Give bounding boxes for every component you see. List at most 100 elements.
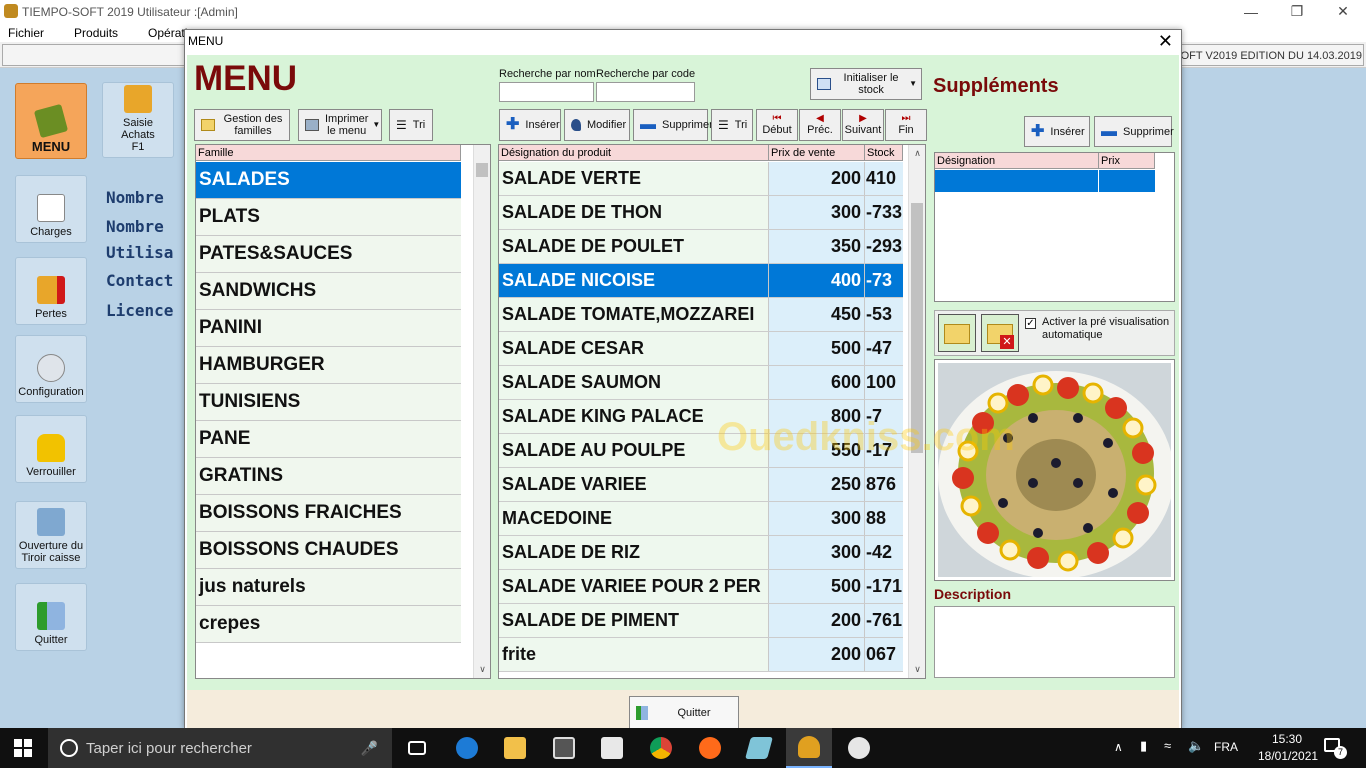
calculator-button[interactable]: [541, 728, 587, 768]
family-scroll-thumb[interactable]: [476, 163, 488, 177]
firefox-button[interactable]: [687, 728, 733, 768]
restore-button[interactable]: ❐: [1274, 0, 1320, 23]
description-field[interactable]: [934, 606, 1175, 678]
store-button[interactable]: [589, 728, 635, 768]
microphone-icon[interactable]: 🎤: [361, 740, 378, 757]
preview-checkbox[interactable]: ✓: [1025, 318, 1036, 329]
product-row[interactable]: SALADE KING PALACE 800 -7: [499, 400, 903, 434]
chevron-up-icon[interactable]: ∧: [909, 145, 925, 161]
product-row[interactable]: SALADE VARIEE 250 876: [499, 468, 903, 502]
family-scrollbar[interactable]: ∨: [473, 145, 490, 678]
initialiser-stock-button[interactable]: Initialiser le stock ▼: [810, 68, 922, 100]
product-row[interactable]: SALADE NICOISE 400 -73: [499, 264, 903, 298]
family-row[interactable]: BOISSONS FRAICHES: [196, 495, 461, 532]
chrome-button[interactable]: [638, 728, 684, 768]
product-row[interactable]: SALADE SAUMON 600 100: [499, 366, 903, 400]
supp-inserer-button[interactable]: ✚ Insérer: [1024, 116, 1090, 147]
nav-prec-button[interactable]: ◀ Préc.: [799, 109, 841, 141]
sidebar-pertes-button[interactable]: Pertes: [15, 257, 87, 325]
family-row[interactable]: GRATINS: [196, 458, 461, 495]
saisie-label-2: Achats: [121, 129, 155, 141]
search-nom-input[interactable]: [499, 82, 594, 102]
supprimer-button[interactable]: ▬ Supprimer: [633, 109, 713, 141]
sidebar-ouverture-button[interactable]: Ouverture du Tiroir caisse: [15, 501, 87, 569]
product-row[interactable]: SALADE AU POULPE 550 -17: [499, 434, 903, 468]
menu-fichier[interactable]: Fichier: [8, 26, 44, 40]
product-row[interactable]: SALADE VARIEE POUR 2 PER 500 -171: [499, 570, 903, 604]
family-row[interactable]: BOISSONS CHAUDES: [196, 532, 461, 569]
family-row[interactable]: PANE: [196, 421, 461, 458]
search-code-input[interactable]: [596, 82, 695, 102]
chevron-down-icon[interactable]: ∨: [909, 661, 925, 677]
document-icon: [37, 194, 65, 222]
start-button[interactable]: [0, 728, 46, 768]
close-window-button[interactable]: ✕: [1320, 0, 1366, 23]
product-grid: Désignation du produit Prix de vente Sto…: [498, 144, 926, 679]
suivant-label: Suivant: [844, 124, 882, 136]
product-row[interactable]: SALADE DE POULET 350 -293: [499, 230, 903, 264]
product-scroll-thumb[interactable]: [911, 203, 923, 453]
family-row[interactable]: HAMBURGER: [196, 347, 461, 384]
dialog-close-icon[interactable]: ✕: [1158, 31, 1173, 52]
wifi-icon[interactable]: ≈: [1164, 738, 1171, 753]
menu-produits[interactable]: Produits: [74, 26, 118, 40]
sidebar-quitter-button[interactable]: Quitter: [15, 583, 87, 651]
product-row[interactable]: SALADE DE RIZ 300 -42: [499, 536, 903, 570]
modifier-button[interactable]: Modifier: [564, 109, 630, 141]
sidebar-configuration-button[interactable]: Configuration: [15, 335, 87, 403]
supp-supprimer-button[interactable]: ▬ Supprimer: [1094, 116, 1174, 147]
sidebar-charges-button[interactable]: Charges: [15, 175, 87, 243]
nav-debut-button[interactable]: ⏮ Début: [756, 109, 798, 141]
edge-button[interactable]: [444, 728, 490, 768]
clock-time[interactable]: 15:30: [1262, 732, 1312, 746]
open-image-button[interactable]: [938, 314, 976, 352]
chevron-up-icon[interactable]: ∧: [1114, 740, 1123, 754]
nav-suivant-button[interactable]: ▶ Suivant: [842, 109, 884, 141]
volume-icon[interactable]: 🔈: [1188, 738, 1204, 754]
family-row[interactable]: SALADES: [196, 162, 461, 199]
language-indicator[interactable]: FRA: [1214, 740, 1238, 754]
family-row[interactable]: crepes: [196, 606, 461, 643]
family-row[interactable]: PLATS: [196, 199, 461, 236]
product-row[interactable]: SALADE DE PIMENT 200 -761: [499, 604, 903, 638]
notifications-button[interactable]: 7: [1322, 736, 1347, 759]
gestion-familles-button[interactable]: Gestion des familles: [194, 109, 290, 141]
taskbar-search[interactable]: Taper ici pour rechercher 🎤: [48, 728, 392, 768]
product-row[interactable]: SALADE CESAR 500 -47: [499, 332, 903, 366]
family-row[interactable]: jus naturels: [196, 569, 461, 606]
imprimer-menu-button[interactable]: Imprimer le menu ▼: [298, 109, 382, 141]
tri-products-button[interactable]: ☰ Tri: [711, 109, 753, 141]
explorer-button[interactable]: [492, 728, 538, 768]
nav-fin-button[interactable]: ⏭ Fin: [885, 109, 927, 141]
tiempo-soft-taskbar-button[interactable]: [786, 728, 832, 768]
quitter-button[interactable]: Quitter: [629, 696, 739, 730]
task-view-button[interactable]: [394, 728, 440, 768]
family-row[interactable]: PANINI: [196, 310, 461, 347]
sidebar-verrouiller-button[interactable]: Verrouiller: [15, 415, 87, 483]
paint-button[interactable]: [836, 728, 882, 768]
product-row[interactable]: frite 200 067: [499, 638, 903, 672]
battery-icon[interactable]: ▮: [1140, 738, 1147, 754]
inserer-button[interactable]: ✚ Insérer: [499, 109, 561, 141]
sidebar-menu-button[interactable]: MENU: [15, 83, 87, 159]
product-stock-cell: 410: [865, 162, 903, 195]
notebook-button[interactable]: [736, 728, 782, 768]
product-row[interactable]: MACEDOINE 300 88: [499, 502, 903, 536]
clock-date[interactable]: 18/01/2021: [1258, 749, 1318, 763]
product-scrollbar[interactable]: ∧ ∨: [908, 145, 925, 678]
tri-families-button[interactable]: ☰ Tri: [389, 109, 433, 141]
exit-door-icon: [37, 602, 65, 630]
product-row[interactable]: SALADE DE THON 300 -733: [499, 196, 903, 230]
sidebar-menu-label: MENU: [31, 139, 71, 154]
sidebar-saisie-button[interactable]: Saisie Achats F1: [102, 82, 174, 158]
family-row[interactable]: PATES&SAUCES: [196, 236, 461, 273]
delete-image-button[interactable]: ✕: [981, 314, 1019, 352]
supp-selected-row[interactable]: [935, 170, 1155, 192]
product-row[interactable]: SALADE TOMATE,MOZZAREI 450 -53: [499, 298, 903, 332]
product-row[interactable]: SALADE VERTE 200 410: [499, 162, 903, 196]
burger-icon: [798, 736, 820, 758]
family-row[interactable]: SANDWICHS: [196, 273, 461, 310]
minimize-button[interactable]: —: [1228, 0, 1274, 23]
family-row[interactable]: TUNISIENS: [196, 384, 461, 421]
chevron-down-icon[interactable]: ∨: [474, 661, 490, 677]
